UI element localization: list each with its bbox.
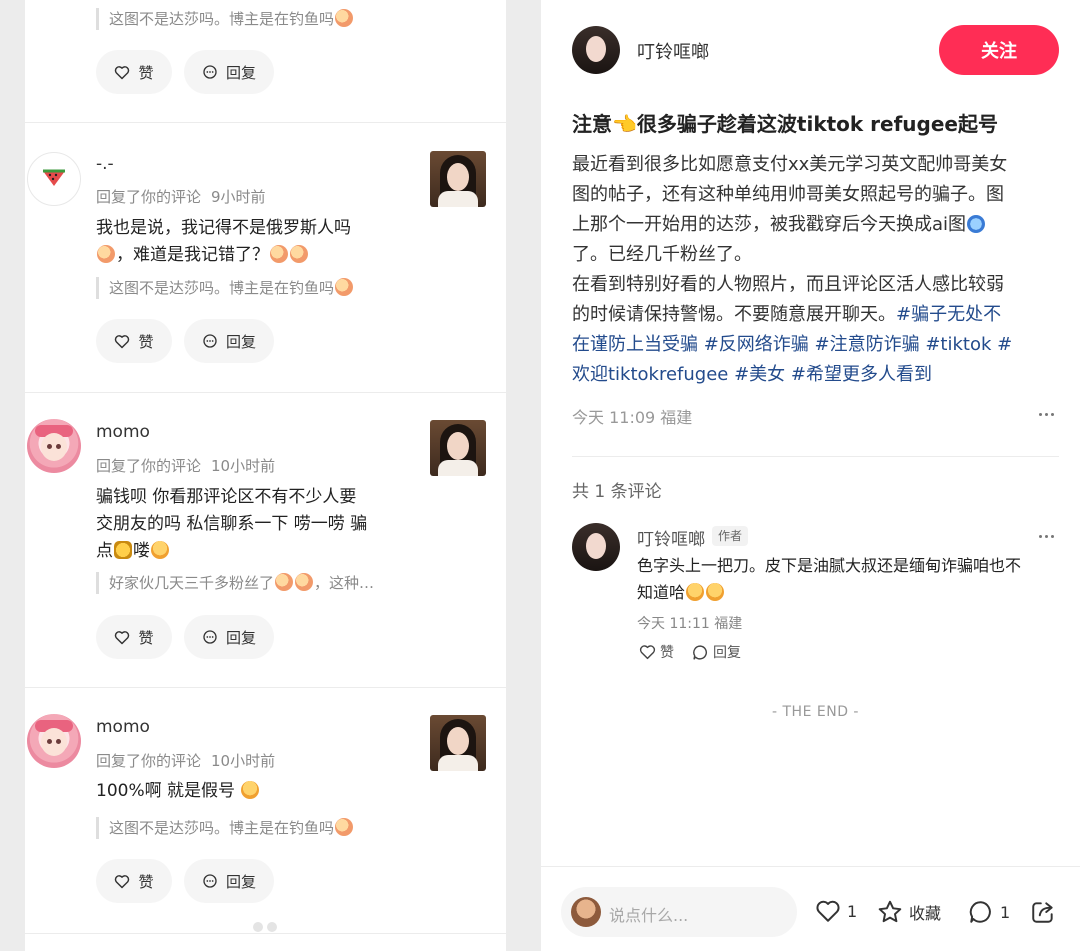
comment-text: 色字头上一把刀。皮下是油腻大叔还是缅甸诈骗咱也不 知道哈 (637, 556, 1022, 602)
comment-like-button[interactable]: 赞 (639, 642, 674, 662)
crying-emoji-icon (275, 573, 294, 591)
crying-emoji-icon (295, 573, 314, 591)
quoted-comment: 这图不是达莎吗。博主是在钓鱼吗 (96, 277, 416, 299)
more-icon[interactable] (1039, 535, 1054, 538)
crying-emoji-icon (290, 245, 308, 263)
hashtag[interactable]: 在谨防上当受骗 #反网络诈骗 #注意防诈骗 #tiktok # (572, 330, 1062, 360)
follow-button[interactable]: 关注 (939, 25, 1059, 75)
crying-emoji-icon (335, 278, 354, 296)
post-detail-panel: 叮铃哐啷 关注 注意👈很多骗子趁着这波tiktok refugee起号 最近看到… (541, 0, 1080, 951)
comment-meta: 回复了你的评论 9小时前 (96, 188, 266, 206)
comment-text: 骗钱呗 你看那评论区不有不少人要 交朋友的吗 私信聊系一下 唠一唠 骗 点喽 (96, 487, 368, 561)
comment-bubble-icon (202, 64, 218, 80)
author-avatar[interactable] (572, 26, 620, 74)
post-body: 最近看到很多比如愿意支付xx美元学习英文配帅哥美女 图的帖子，还有这种单纯用帅哥… (572, 150, 1062, 390)
commenter-name[interactable]: 叮铃哐啷 (637, 525, 705, 550)
share-icon (1030, 899, 1056, 925)
username[interactable]: momo (96, 422, 150, 442)
post-thumbnail[interactable] (430, 151, 486, 207)
watermelon-icon (41, 167, 67, 191)
comment-item: 这图不是达莎吗。博主是在钓鱼吗 赞 回复 (25, 0, 506, 123)
hashtag[interactable]: #骗子无处不 (896, 304, 1001, 325)
author-name[interactable]: 叮铃哐啷 (637, 38, 709, 64)
divider (572, 456, 1059, 457)
heart-icon (114, 630, 130, 645)
notifications-panel: 这图不是达莎吗。博主是在钓鱼吗 赞 回复 -.- 回复了你的评论 9小时前 我也是… (25, 0, 506, 951)
username[interactable]: momo (96, 717, 150, 737)
star-icon (877, 899, 903, 925)
smirk-emoji-icon (686, 583, 705, 601)
reply-button[interactable]: 回复 (184, 319, 274, 363)
avatar[interactable] (27, 419, 81, 473)
comment-reply-button[interactable]: 回复 (692, 642, 741, 662)
crying-emoji-icon (97, 245, 115, 263)
heart-icon (114, 874, 130, 889)
post-thumbnail[interactable] (430, 715, 486, 771)
comment-text: 100%啊 就是假号 (96, 778, 411, 805)
heart-icon (114, 334, 130, 349)
scroll-indicator (253, 922, 263, 932)
fishing-emoji-icon (967, 215, 986, 233)
smirk-emoji-icon (706, 583, 725, 601)
avatar[interactable] (27, 714, 81, 768)
money-bag-emoji-icon (114, 541, 132, 559)
crying-emoji-icon (335, 9, 354, 27)
share-button[interactable] (1030, 899, 1062, 925)
comment-meta: 回复了你的评论 10小时前 (96, 752, 276, 770)
like-button[interactable]: 赞 (96, 615, 172, 659)
comment-item: momo 回复了你的评论 10小时前 骗钱呗 你看那评论区不有不少人要 交朋友的吗… (25, 393, 506, 687)
like-button[interactable]: 赞 (96, 319, 172, 363)
heart-icon (114, 65, 130, 80)
hashtag[interactable]: 欢迎tiktokrefugee #美女 #希望更多人看到 (572, 360, 1062, 390)
comment-bubble-icon (692, 644, 709, 661)
heart-icon (639, 644, 656, 660)
more-icon[interactable] (1039, 413, 1054, 416)
comment-bubble-icon (202, 629, 218, 645)
like-button[interactable]: 赞 (96, 50, 172, 94)
post-date: 今天 11:09 福建 (572, 408, 693, 427)
smirk-emoji-icon (151, 541, 169, 559)
commenter-avatar[interactable] (572, 523, 620, 571)
comment-item: momo 回复了你的评论 10小时前 100%啊 就是假号 这图不是达莎吗。博主是… (25, 688, 506, 933)
avatar[interactable] (27, 152, 81, 206)
quoted-comment: 这图不是达莎吗。博主是在钓鱼吗 (96, 817, 416, 839)
scroll-indicator (267, 922, 277, 932)
author-badge: 作者 (712, 526, 749, 546)
collect-button[interactable]: 收藏 (877, 899, 941, 925)
heart-icon (815, 899, 841, 923)
comment-bubble-icon (202, 873, 218, 889)
reply-button[interactable]: 回复 (184, 50, 274, 94)
end-marker: - THE END - (772, 704, 859, 720)
quoted-comment: 这图不是达莎吗。博主是在钓鱼吗 (96, 8, 416, 30)
comment-item: -.- 回复了你的评论 9小时前 我也是说，我记得不是俄罗斯人吗 ，难道是我记错了… (25, 123, 506, 392)
comment-date: 今天 11:11 福建 (637, 616, 743, 632)
comment-bubble-icon (202, 333, 218, 349)
username[interactable]: -.- (96, 154, 114, 174)
comment-bubble-icon (968, 899, 994, 925)
crying-emoji-icon (335, 818, 354, 836)
smirk-emoji-icon (241, 781, 260, 799)
crying-emoji-icon (270, 245, 288, 263)
reply-button[interactable]: 回复 (184, 859, 274, 903)
comment-count: 共 1 条评论 (572, 482, 662, 502)
reply-button[interactable]: 回复 (184, 615, 274, 659)
like-button[interactable]: 赞 (96, 859, 172, 903)
bottom-action-bar: 说点什么... 1 收藏 1 (541, 866, 1080, 951)
quoted-comment: 好家伙几天三千多粉丝了 ，这种… (96, 572, 416, 594)
comment-input[interactable]: 说点什么... (561, 887, 797, 937)
comment-input-placeholder: 说点什么... (609, 906, 689, 925)
comment-meta: 回复了你的评论 10小时前 (96, 457, 276, 475)
divider (25, 933, 506, 934)
comment-button[interactable]: 1 (968, 899, 1010, 925)
post-title: 注意👈很多骗子趁着这波tiktok refugee起号 (572, 112, 998, 136)
user-avatar (571, 897, 601, 927)
comment-text: 我也是说，我记得不是俄罗斯人吗 ，难道是我记错了？ (96, 218, 351, 265)
like-button[interactable]: 1 (815, 899, 857, 923)
post-thumbnail[interactable] (430, 420, 486, 476)
